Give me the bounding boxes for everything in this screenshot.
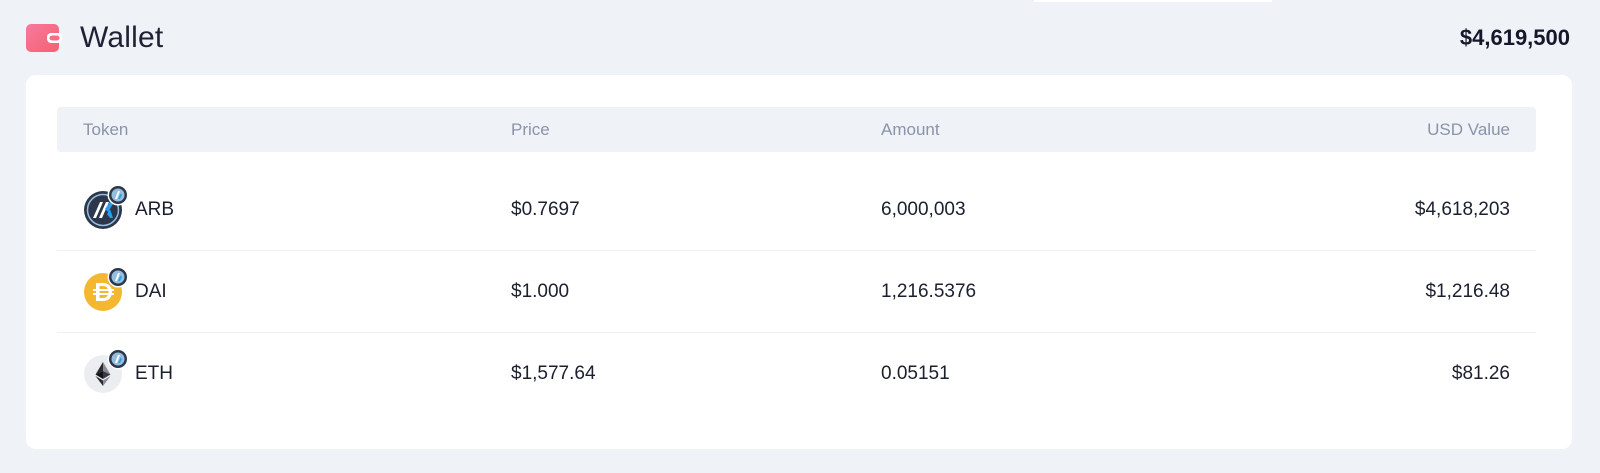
column-header-price: Price — [511, 119, 550, 139]
token-symbol: ARB — [135, 198, 175, 220]
wallet-total-value: $4,619,500 — [1459, 25, 1570, 50]
column-header-token: Token — [83, 119, 129, 139]
wallet-header: Wallet $4,619,500 — [26, 16, 1572, 60]
top-edge-strip — [1034, 0, 1272, 2]
eth-token-icon — [83, 348, 129, 394]
arbitrum-network-badge-icon — [107, 348, 129, 370]
token-amount: 6,000,003 — [881, 198, 966, 220]
token-symbol: DAI — [135, 280, 167, 302]
arbitrum-network-badge-icon — [107, 184, 129, 206]
wallet-card: Token Price Amount USD Value ARB $0.7697… — [26, 75, 1572, 449]
token-amount: 1,216.5376 — [881, 280, 977, 302]
dai-token-icon — [83, 266, 129, 312]
token-price: $1,577.64 — [511, 363, 596, 384]
wallet-page: Wallet $4,619,500 Token Price Amount USD… — [0, 0, 1600, 473]
token-price: $1.000 — [511, 280, 570, 302]
token-usd-value: $4,618,203 — [1414, 198, 1510, 220]
table-header-row: Token Price Amount USD Value — [57, 107, 1536, 152]
token-cell: ARB — [57, 184, 511, 230]
token-cell: ETH — [57, 348, 511, 394]
arbitrum-network-badge-icon — [107, 266, 129, 288]
arb-token-icon — [83, 184, 129, 230]
table-row[interactable]: ARB $0.7697 6,000,003 $4,618,203 — [57, 169, 1536, 251]
column-header-usd-value: USD Value — [1427, 119, 1510, 139]
wallet-title: Wallet — [80, 21, 164, 54]
token-usd-value: $81.26 — [1451, 363, 1510, 384]
table-row[interactable]: ETH $1,577.64 0.05151 $81.26 — [57, 333, 1536, 415]
token-cell: DAI — [57, 266, 511, 312]
wallet-icon — [26, 24, 62, 52]
token-table: Token Price Amount USD Value ARB $0.7697… — [57, 107, 1536, 415]
token-amount: 0.05151 — [881, 363, 950, 384]
column-header-amount: Amount — [881, 119, 940, 139]
table-row[interactable]: DAI $1.000 1,216.5376 $1,216.48 — [57, 251, 1536, 333]
token-price: $0.7697 — [511, 198, 580, 220]
table-body: ARB $0.7697 6,000,003 $4,618,203 DAI $1.… — [57, 169, 1536, 415]
token-symbol: ETH — [135, 363, 173, 384]
wallet-header-left: Wallet — [26, 21, 163, 55]
token-usd-value: $1,216.48 — [1425, 280, 1510, 302]
